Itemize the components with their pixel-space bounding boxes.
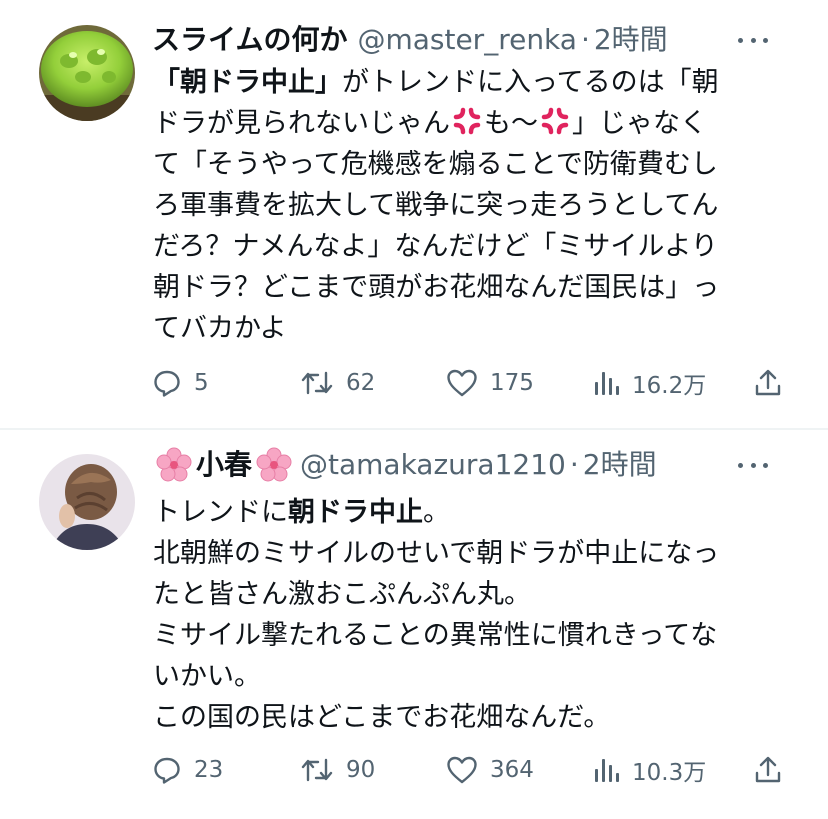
share-icon xyxy=(755,756,781,783)
tweet-text-line: ミサイル撃たれることの異常性に慣れきってな xyxy=(153,620,718,651)
tweet-text-line: たと皆さん激おこぷんぷん丸。 xyxy=(153,579,531,610)
reply-count: 23 xyxy=(194,757,224,783)
text-span: 」じゃなく xyxy=(572,108,707,139)
display-name[interactable]: スライムの何か xyxy=(152,20,347,60)
analytics-bars-icon xyxy=(595,759,619,782)
user-handle[interactable]: @tamakazura1210 xyxy=(300,445,566,485)
slime-avatar-image xyxy=(39,25,135,121)
retweet-count: 90 xyxy=(346,757,376,783)
user-handle[interactable]: @master_renka xyxy=(357,20,577,60)
tweet-text: 「朝ドラ中止」がトレンドに入ってるのは「朝 ドラが見られないじゃん も〜 」じゃなく… xyxy=(153,62,793,349)
text-span: トレンドに xyxy=(153,497,288,528)
heart-icon xyxy=(447,369,477,397)
text-span: ドラが見られないじゃん xyxy=(153,108,450,139)
views-button[interactable]: 16.2万 xyxy=(592,363,706,403)
display-name-text: 小春 xyxy=(196,448,253,481)
timestamp[interactable]: 2時間 xyxy=(583,445,657,485)
avatar[interactable] xyxy=(39,454,135,550)
tweet-text: トレンドに朝ドラ中止。 北朝鮮のミサイルのせいで朝ドラが中止になっ たと皆さん激… xyxy=(153,492,793,738)
tweet-text-line: だろ？ナメんなよ」なんだけど「ミサイルより xyxy=(153,231,718,262)
retweet-button[interactable]: 90 xyxy=(300,750,375,790)
tweet-actions: 5 62 175 16.2万 xyxy=(152,363,792,403)
tweet-text-line: 北朝鮮のミサイルのせいで朝ドラが中止になっ xyxy=(153,538,720,569)
reply-count: 5 xyxy=(194,370,209,396)
cherry-blossom-icon xyxy=(256,447,292,482)
bold-text: 朝ドラ中止 xyxy=(288,497,423,528)
analytics-bars-icon xyxy=(595,372,619,395)
like-count: 175 xyxy=(490,370,534,396)
retweet-button[interactable]: 62 xyxy=(300,363,375,403)
reply-button[interactable]: 5 xyxy=(152,363,209,403)
separator-dot: · xyxy=(580,23,590,56)
share-button[interactable] xyxy=(753,363,783,403)
tweet-text-line: ろ軍事費を拡大して戦争に突っ走ろうとしてん xyxy=(153,190,719,221)
tweet-text-line: いかい。 xyxy=(153,661,261,692)
anger-symbol-icon xyxy=(541,107,569,135)
retweet-count: 62 xyxy=(346,370,376,396)
tweet-text-line: 「朝ドラ中止」がトレンドに入ってるのは「朝 xyxy=(153,62,793,103)
view-count: 16.2万 xyxy=(632,373,707,399)
tweet-card[interactable]: 小春 @tamakazura1210 · 2時間 トレンドに朝ドラ中止。 北朝鮮… xyxy=(0,430,828,819)
tweet-actions: 23 90 364 10.3万 xyxy=(152,750,792,790)
tweet-card[interactable]: スライムの何か @master_renka · 2時間 「朝ドラ中止」がトレンド… xyxy=(0,0,828,428)
reply-icon xyxy=(154,370,180,397)
tweet-text-line: トレンドに朝ドラ中止。 xyxy=(153,492,793,533)
tweet-text-line: 朝ドラ？どこまで頭がお花畑なんだ国民は」っ xyxy=(153,272,720,303)
tweet-text-line: ドラが見られないじゃん も〜 」じゃなく xyxy=(153,103,793,144)
share-button[interactable] xyxy=(753,750,783,790)
tweet-text-line: て「そうやって危機感を煽ることで防衛費むし xyxy=(153,149,718,180)
view-count: 10.3万 xyxy=(632,760,707,786)
separator-dot: · xyxy=(569,448,579,481)
text-span: 。 xyxy=(423,497,450,528)
cherry-blossom-icon xyxy=(156,447,192,482)
hair-bun-avatar-image xyxy=(39,454,135,550)
text-span: も〜 xyxy=(484,108,538,139)
heart-icon xyxy=(447,756,477,784)
display-name[interactable]: 小春 xyxy=(152,445,296,485)
tweet-text-line: てバカかよ xyxy=(153,313,287,344)
reply-icon xyxy=(154,757,180,784)
timeline-feed: スライムの何か @master_renka · 2時間 「朝ドラ中止」がトレンド… xyxy=(0,0,828,819)
timestamp[interactable]: 2時間 xyxy=(594,20,668,60)
reply-button[interactable]: 23 xyxy=(152,750,223,790)
more-options-icon[interactable] xyxy=(738,28,768,52)
share-icon xyxy=(755,369,781,396)
bold-text: 「朝ドラ中止」 xyxy=(153,67,342,98)
views-button[interactable]: 10.3万 xyxy=(592,750,706,790)
like-button[interactable]: 364 xyxy=(446,750,534,790)
anger-symbol-icon xyxy=(453,107,481,135)
more-options-icon[interactable] xyxy=(738,453,768,477)
like-button[interactable]: 175 xyxy=(446,363,534,403)
tweet-text-line: この国の民はどこまでお花畑なんだ。 xyxy=(153,702,611,733)
retweet-icon xyxy=(301,758,333,782)
retweet-icon xyxy=(301,371,333,395)
text-span: がトレンドに入ってるのは「朝 xyxy=(342,67,719,98)
like-count: 364 xyxy=(490,757,534,783)
avatar[interactable] xyxy=(39,25,135,121)
tweet-header: スライムの何か @master_renka · 2時間 xyxy=(152,20,808,60)
tweet-header: 小春 @tamakazura1210 · 2時間 xyxy=(152,445,808,485)
